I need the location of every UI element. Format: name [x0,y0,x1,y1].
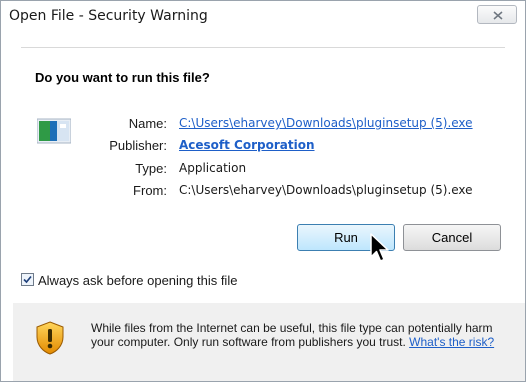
from-label: From: [133,183,167,198]
from-value: C:\Users\eharvey\Downloads\pluginsetup (… [179,183,473,197]
type-label: Type: [135,161,167,176]
warning-panel: While files from the Internet can be use… [13,303,525,381]
close-icon [493,11,503,20]
name-label: Name: [128,116,167,131]
main-panel: Do you want to run this file? Name: C:\U… [21,47,505,269]
dialog-question: Do you want to run this file? [35,70,210,85]
always-ask-option[interactable]: Always ask before opening this file [21,273,237,288]
file-name-link[interactable]: C:\Users\eharvey\Downloads\pluginsetup (… [179,116,473,130]
title-bar[interactable]: Open File - Security Warning [1,1,525,29]
shield-warning-icon [36,321,64,355]
always-ask-label: Always ask before opening this file [38,273,238,288]
window-title: Open File - Security Warning [9,8,208,24]
publisher-label: Publisher: [109,138,167,153]
checkmark-icon [23,275,32,284]
cancel-button[interactable]: Cancel [403,224,501,251]
close-button[interactable] [477,5,517,24]
security-warning-dialog: Open File - Security Warning Do you want… [0,0,526,382]
always-ask-checkbox[interactable] [21,273,34,286]
whats-the-risk-link[interactable]: What's the risk? [409,335,494,349]
warning-message: While files from the Internet can be use… [91,321,519,349]
publisher-link[interactable]: Acesoft Corporation [179,138,315,152]
mouse-pointer-icon [370,233,389,262]
type-value: Application [179,161,247,175]
